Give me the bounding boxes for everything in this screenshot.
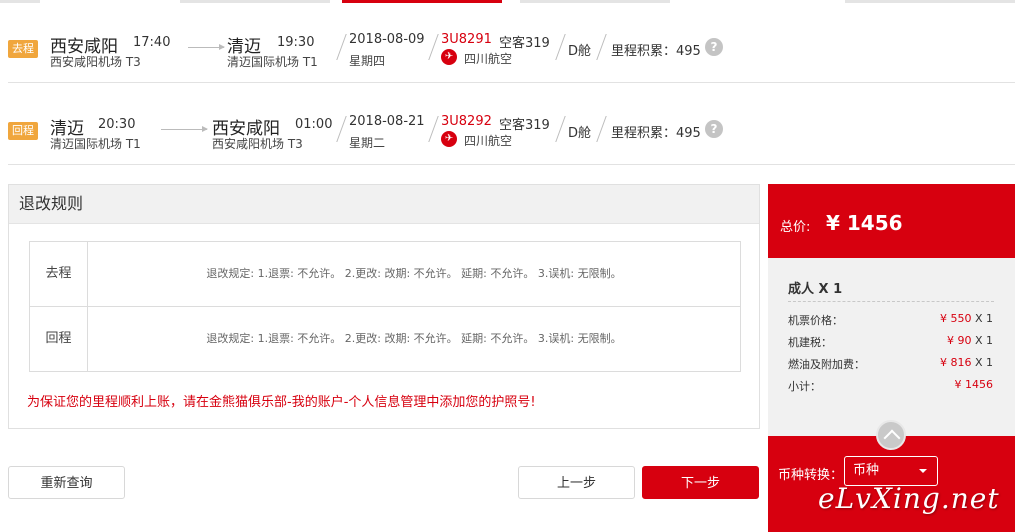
flight-date: 2018-08-21 xyxy=(349,114,425,129)
airport-tax-multiplier: X 1 xyxy=(974,334,993,347)
change-refund-rules-panel: 退改规则 去程 退改规定: 1.退票: 不允许。 2.更改: 改期: 不允许。 … xyxy=(8,184,760,429)
trip-tag: 回程 xyxy=(8,122,38,140)
rules-row-return: 回程 退改规定: 1.退票: 不允许。 2.更改: 改期: 不允许。 延期: 不… xyxy=(30,307,740,371)
flight-weekday: 星期二 xyxy=(349,136,386,150)
route-arrow xyxy=(161,126,208,132)
prev-step-button[interactable]: 上一步 xyxy=(518,466,635,499)
airport-tax-value: ¥ 90 X 1 xyxy=(947,334,993,347)
top-tab xyxy=(845,0,1015,3)
fuel-surcharge-value: ¥ 816 X 1 xyxy=(940,356,993,369)
departure-time: 20:30 xyxy=(98,117,136,132)
miles-accrual: 里程积累：495 xyxy=(611,44,701,59)
fare-amount: ¥ 550 xyxy=(939,312,972,325)
passport-notice: 为保证您的里程顺利上账，请在金熊猫俱乐部-我的账户-个人信息管理中添加您的护照号… xyxy=(27,395,536,410)
arrival-airport: 西安咸阳机场 T3 xyxy=(212,137,303,151)
sichuan-airlines-logo-icon: ✈ xyxy=(441,131,457,147)
trip-tag: 去程 xyxy=(8,40,38,58)
separator xyxy=(555,34,566,60)
rules-table: 去程 退改规定: 1.退票: 不允许。 2.更改: 改期: 不允许。 延期: 不… xyxy=(29,241,741,372)
currency-label: 币种转换： xyxy=(778,468,844,483)
sichuan-airlines-logo-icon: ✈ xyxy=(441,49,457,65)
flight-outbound: 去程 西安咸阳 17:40 西安咸阳机场 T3 清迈 19:30 清迈国际机场 … xyxy=(8,20,1015,80)
next-step-button[interactable]: 下一步 xyxy=(642,466,759,499)
chevron-down-icon xyxy=(919,469,927,473)
miles-accrual: 里程积累：495 xyxy=(611,126,701,141)
cabin-class: D舱 xyxy=(568,44,592,59)
flight-weekday: 星期四 xyxy=(349,54,386,68)
separator xyxy=(596,116,607,142)
total-amount: ¥ 1456 xyxy=(826,211,903,235)
airline-name: 四川航空 xyxy=(464,52,513,66)
total-price-box: 总价: ¥ 1456 xyxy=(768,184,1015,258)
flight-number[interactable]: 3U8291 xyxy=(441,32,492,47)
top-tab xyxy=(520,0,670,3)
rules-row-label: 回程 xyxy=(30,307,88,371)
subtotal-value: ¥ 1456 xyxy=(954,378,994,391)
rules-title: 退改规则 xyxy=(9,185,759,224)
departure-airport: 西安咸阳机场 T3 xyxy=(50,55,141,69)
passenger-count: 成人 X 1 xyxy=(788,282,843,297)
arrival-time: 01:00 xyxy=(295,117,333,132)
divider xyxy=(8,82,1015,83)
separator xyxy=(428,34,439,60)
subtotal-label: 小计： xyxy=(788,380,821,393)
fuel-surcharge-multiplier: X 1 xyxy=(974,356,993,369)
fare-value: ¥ 550 X 1 xyxy=(940,312,993,325)
rules-row-text: 退改规定: 1.退票: 不允许。 2.更改: 改期: 不允许。 延期: 不允许。… xyxy=(206,332,622,345)
separator xyxy=(555,116,566,142)
separator xyxy=(336,116,347,142)
chevron-up-icon[interactable] xyxy=(876,420,906,450)
departure-time: 17:40 xyxy=(133,35,171,50)
top-tab-active xyxy=(342,0,502,3)
flight-number[interactable]: 3U8292 xyxy=(441,114,492,129)
arrival-time: 19:30 xyxy=(277,35,315,50)
arrival-airport: 清迈国际机场 T1 xyxy=(227,55,318,69)
cabin-class: D舱 xyxy=(568,126,592,141)
watermark: eLvXing.net xyxy=(818,482,1000,515)
plane-type: 空客319 xyxy=(499,118,550,133)
flight-return: 回程 清迈 20:30 清迈国际机场 T1 西安咸阳 01:00 西安咸阳机场 … xyxy=(8,98,1015,158)
route-arrow xyxy=(188,44,225,50)
fuel-surcharge-label: 燃油及附加费： xyxy=(788,358,865,371)
departure-airport: 清迈国际机场 T1 xyxy=(50,137,141,151)
top-tab xyxy=(180,0,330,3)
flight-date: 2018-08-09 xyxy=(349,32,425,47)
currency-selected: 币种 xyxy=(853,463,880,478)
divider xyxy=(8,164,1015,165)
airport-tax-label: 机建税： xyxy=(788,336,832,349)
fare-label: 机票价格： xyxy=(788,314,843,327)
divider xyxy=(788,301,994,302)
separator xyxy=(428,116,439,142)
top-tab-edge xyxy=(0,0,40,3)
help-icon[interactable]: ? xyxy=(705,120,723,138)
airport-tax-amount: ¥ 90 xyxy=(946,334,972,347)
rules-row-outbound: 去程 退改规定: 1.退票: 不允许。 2.更改: 改期: 不允许。 延期: 不… xyxy=(30,242,740,307)
separator xyxy=(336,34,347,60)
requery-button[interactable]: 重新查询 xyxy=(8,466,125,499)
rules-row-text: 退改规定: 1.退票: 不允许。 2.更改: 改期: 不允许。 延期: 不允许。… xyxy=(206,267,622,280)
airline-name: 四川航空 xyxy=(464,134,513,148)
fuel-surcharge-amount: ¥ 816 xyxy=(939,356,972,369)
total-label: 总价: xyxy=(780,220,811,235)
price-sidebar: 总价: ¥ 1456 成人 X 1 机票价格： ¥ 550 X 1 机建税： ¥… xyxy=(768,184,1015,532)
fare-multiplier: X 1 xyxy=(974,312,993,325)
help-icon[interactable]: ? xyxy=(705,38,723,56)
plane-type: 空客319 xyxy=(499,36,550,51)
top-tabs-bar xyxy=(0,0,1023,4)
rules-row-label: 去程 xyxy=(30,242,88,306)
separator xyxy=(596,34,607,60)
